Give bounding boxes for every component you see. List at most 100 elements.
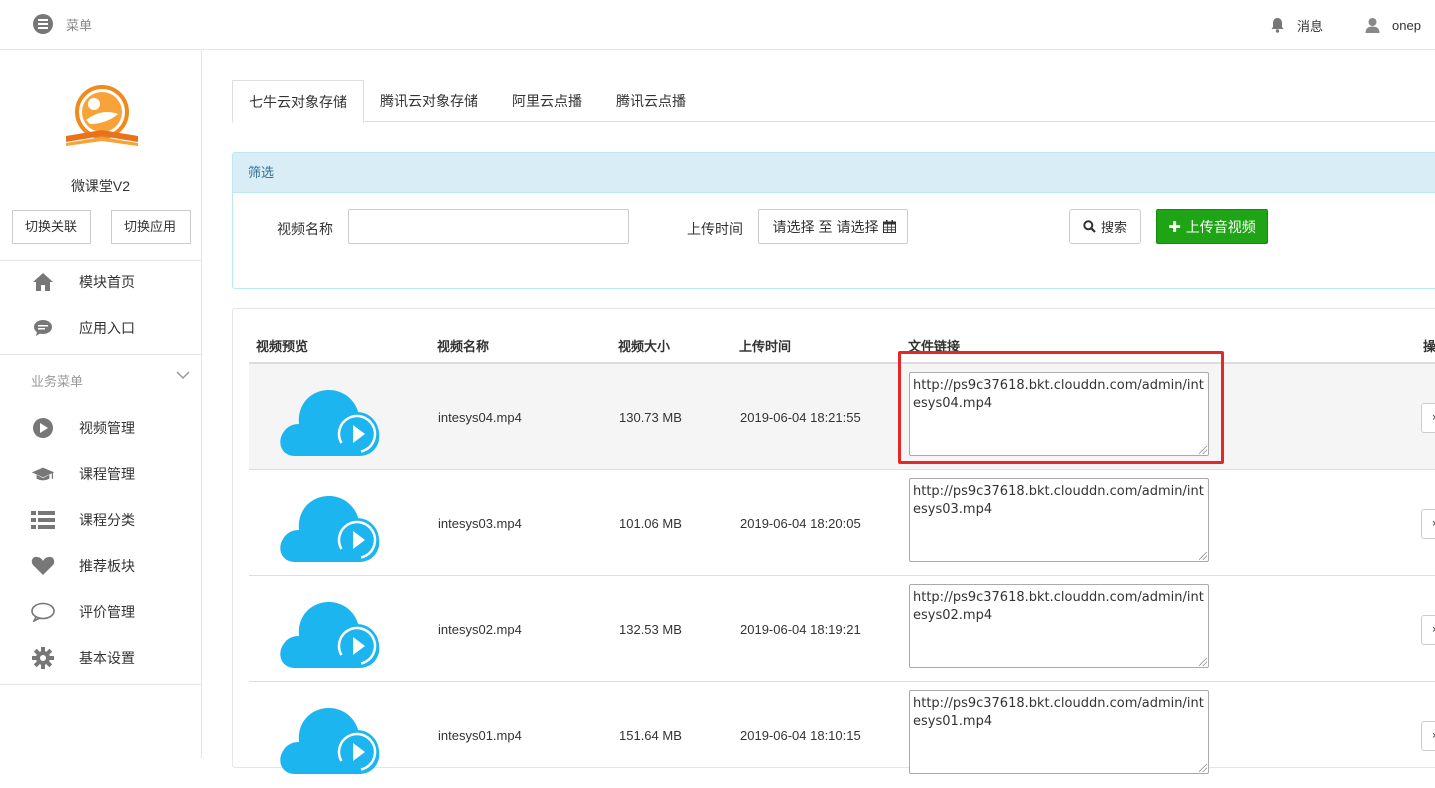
delete-button[interactable]: × [1421,403,1435,433]
video-cloud-icon[interactable] [277,484,383,564]
plus-icon: ✚ [1168,218,1181,236]
upload-label: 上传音视频 [1185,218,1256,235]
home-icon [31,270,55,294]
sidebar-header: 微课堂V2 切换关联 切换应用 [0,50,201,260]
video-size: 101.06 MB [619,516,682,531]
sidebar-item-label: 应用入口 [79,320,135,336]
table-row: intesys02.mp4 132.53 MB 2019-06-04 18:19… [249,576,1435,682]
video-size: 151.64 MB [619,728,682,743]
upload-media-button[interactable]: ✚ 上传音视频 [1156,209,1268,244]
column-header-preview: 视频预览 [256,339,309,354]
file-link-text: http://ps9c37618.bkt.clouddn.com/admin/i… [913,378,1204,411]
video-name: intesys04.mp4 [438,410,522,425]
storage-tabs: 七牛云对象存储 腾讯云对象存储 阿里云点播 腾讯云点播 [232,80,1435,123]
video-cloud-icon[interactable] [277,378,383,458]
upload-time: 2019-06-04 18:19:21 [740,622,861,637]
search-label: 搜索 [1100,220,1127,235]
calendar-icon [882,220,896,233]
date-range-picker[interactable]: 请选择 至 请选择 [758,209,908,244]
main-content: 七牛云对象存储 腾讯云对象存储 阿里云点播 腾讯云点播 筛选 视频名称 上传时间… [232,50,1435,774]
column-header-time: 上传时间 [739,339,792,354]
filter-title: 筛选 [233,153,1435,193]
file-link-textarea[interactable]: http://ps9c37618.bkt.clouddn.com/admin/i… [909,584,1209,668]
sidebar: 微课堂V2 切换关联 切换应用 模块首页 应用入口 业务菜单 视频管理 课程管理… [0,50,202,758]
chat-icon [31,316,55,340]
list-icon [31,508,55,532]
file-link-textarea[interactable]: http://ps9c37618.bkt.clouddn.com/admin/i… [909,690,1209,774]
divider [0,684,201,685]
user-icon [1365,18,1380,33]
menu-toggle[interactable]: 菜单 [33,14,92,34]
column-header-name: 视频名称 [437,339,490,354]
sidebar-item-label: 课程分类 [79,512,135,528]
video-name: intesys01.mp4 [438,728,522,743]
filter-panel: 筛选 视频名称 上传时间 请选择 至 请选择 搜索 ✚ 上传音视频 [232,152,1435,289]
search-button[interactable]: 搜索 [1069,209,1141,244]
menu-label: 菜单 [66,17,93,33]
file-link-text: http://ps9c37618.bkt.clouddn.com/admin/i… [913,484,1204,517]
delete-button[interactable]: × [1421,721,1435,751]
file-link-textarea[interactable]: http://ps9c37618.bkt.clouddn.com/admin/i… [909,372,1209,456]
business-menu-group[interactable]: 业务菜单 [31,371,83,390]
bell-icon [1271,18,1284,33]
search-icon [1083,220,1096,233]
sidebar-item-label: 评价管理 [79,604,135,620]
delete-button[interactable]: × [1421,615,1435,645]
upload-time: 2019-06-04 18:20:05 [740,516,861,531]
heart-icon [31,554,55,578]
video-name: intesys03.mp4 [438,516,522,531]
sidebar-item-module-home[interactable]: 模块首页 [0,262,201,302]
tab-qiniu[interactable]: 七牛云对象存储 [232,80,364,123]
date-to: 请选择 [836,218,879,235]
sidebar-item-category[interactable]: 课程分类 [0,500,201,540]
file-link-text: http://ps9c37618.bkt.clouddn.com/admin/i… [913,590,1204,623]
file-link-text: http://ps9c37618.bkt.clouddn.com/admin/i… [913,696,1204,729]
user-name: onep [1392,17,1421,33]
sidebar-item-app-entry[interactable]: 应用入口 [0,308,201,348]
messages-link[interactable]: 消息 [1270,16,1323,35]
column-header-size: 视频大小 [618,339,671,354]
delete-button[interactable]: × [1421,509,1435,539]
sidebar-item-label: 基本设置 [79,650,135,666]
video-name-label: 视频名称 [277,221,333,237]
divider [0,260,201,261]
video-name: intesys02.mp4 [438,622,522,637]
menu-icon [33,14,53,34]
app-name: 微课堂V2 [70,178,131,194]
sidebar-item-review[interactable]: 评价管理 [0,592,201,632]
graduation-cap-icon [31,462,55,486]
switch-app-button[interactable]: 切换应用 [111,210,191,244]
user-menu[interactable]: onep [1365,17,1435,33]
tab-tencent-vod[interactable]: 腾讯云点播 [600,80,702,122]
sidebar-item-settings[interactable]: 基本设置 [0,638,201,678]
video-size: 130.73 MB [619,410,682,425]
comment-icon [31,600,55,624]
table-row: intesys04.mp4 130.73 MB 2019-06-04 18:21… [249,364,1435,470]
sidebar-item-course[interactable]: 课程管理 [0,454,201,494]
switch-link-button[interactable]: 切换关联 [12,210,91,244]
video-cloud-icon[interactable] [277,590,383,670]
file-link-textarea[interactable]: http://ps9c37618.bkt.clouddn.com/admin/i… [909,478,1209,562]
upload-time-label: 上传时间 [687,221,743,237]
chevron-down-icon[interactable] [176,370,190,380]
tab-aliyun-vod[interactable]: 阿里云点播 [496,80,598,122]
sidebar-item-label: 课程管理 [79,466,135,482]
divider [0,354,201,355]
sidebar-item-label: 推荐板块 [79,558,135,574]
table-row: intesys01.mp4 151.64 MB 2019-06-04 18:10… [249,682,1435,788]
date-from: 请选择 [772,218,815,235]
sidebar-item-label: 视频管理 [79,420,135,436]
top-bar: 菜单 消息 onep [0,0,1435,50]
sidebar-item-label: 模块首页 [79,274,135,290]
video-name-input[interactable] [348,209,629,244]
app-logo [66,85,138,146]
sidebar-item-recommend[interactable]: 推荐板块 [0,546,201,586]
video-cloud-icon[interactable] [277,696,383,776]
sidebar-item-video[interactable]: 视频管理 [0,408,201,448]
column-header-link: 文件链接 [908,339,961,354]
messages-label: 消息 [1296,18,1323,34]
video-table-panel: 视频预览 视频名称 视频大小 上传时间 文件链接 操 intesys04.mp4… [232,308,1435,774]
upload-time: 2019-06-04 18:10:15 [740,728,861,743]
tab-tencent-cos[interactable]: 腾讯云对象存储 [364,80,494,122]
gear-icon [31,646,55,670]
